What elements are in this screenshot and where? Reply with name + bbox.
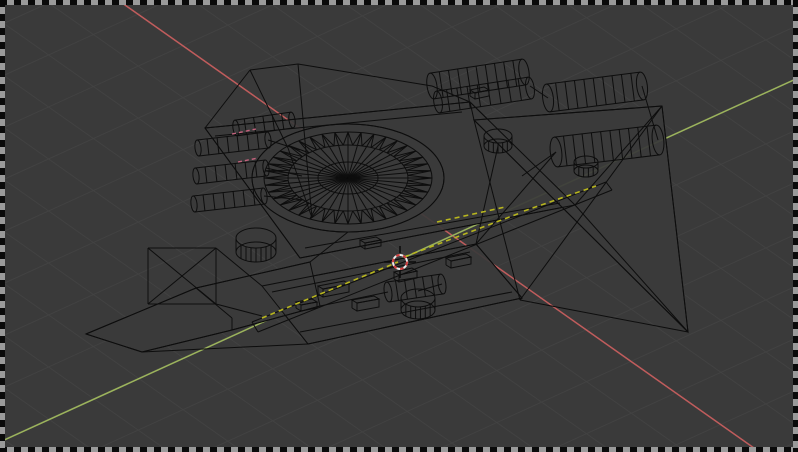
3d-viewport[interactable] <box>0 0 798 452</box>
viewport-border-top <box>0 0 798 5</box>
viewport-border-bottom <box>0 447 798 452</box>
viewport-border-left <box>0 0 5 452</box>
viewport-canvas[interactable] <box>0 0 798 452</box>
viewport-border-right <box>793 0 798 452</box>
